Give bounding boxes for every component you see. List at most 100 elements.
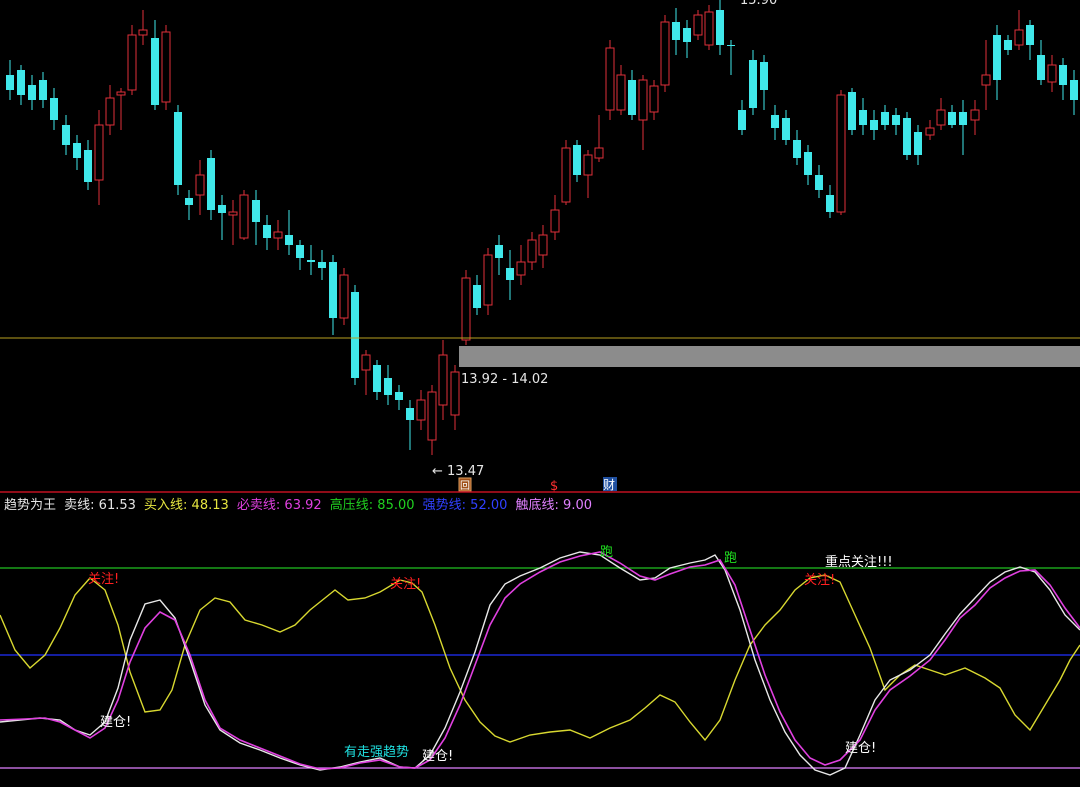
annotation-attention-2: 关注! xyxy=(390,577,421,592)
annotation-build-1: 建仓! xyxy=(100,715,131,730)
candle[interactable] xyxy=(207,150,215,220)
candle-body xyxy=(804,152,812,175)
candle[interactable] xyxy=(461,270,471,345)
candle-body xyxy=(594,147,604,159)
high-pressure-label: 高压线: xyxy=(329,498,378,513)
candle-body xyxy=(693,14,703,36)
candle-body xyxy=(273,231,283,239)
range-label: 13.92 - 14.02 xyxy=(461,372,548,387)
sell-line-value: 61.53 xyxy=(98,498,136,513)
candle-body xyxy=(161,31,171,103)
candle[interactable] xyxy=(127,25,137,95)
strong-line-label: 强势线: xyxy=(422,498,471,513)
candle-body xyxy=(771,115,779,128)
candle-body xyxy=(1059,65,1067,85)
must-sell-readout: 必卖线: 63.92 xyxy=(237,498,322,513)
candle-body xyxy=(427,391,437,441)
candle-body xyxy=(649,85,659,113)
candle-body xyxy=(1037,55,1045,80)
candle[interactable] xyxy=(561,140,571,205)
candle[interactable] xyxy=(161,25,171,110)
candle-body xyxy=(127,34,137,91)
sell-line-readout: 卖线: 61.53 xyxy=(64,498,136,513)
price-range-box[interactable] xyxy=(459,346,1080,367)
candle-body xyxy=(483,254,493,306)
bottom-line-value: 9.00 xyxy=(563,498,592,513)
candle-body xyxy=(936,109,946,126)
candle[interactable] xyxy=(903,112,911,160)
candle-body xyxy=(17,70,25,95)
candle-body xyxy=(450,371,460,416)
annotation-strong-trend: 有走强趋势 xyxy=(344,744,409,760)
low-price-label: ← 13.47 xyxy=(432,464,484,479)
candle-body xyxy=(716,10,724,45)
candle-body xyxy=(638,79,648,121)
buy-line-readout: 买入线: 48.13 xyxy=(144,498,229,513)
candle[interactable] xyxy=(339,268,349,325)
candle-body xyxy=(760,62,768,90)
candle-body xyxy=(749,60,757,108)
candle-body xyxy=(318,262,326,268)
marker-finance[interactable]: 财 xyxy=(603,477,617,492)
candle-body xyxy=(263,225,271,238)
candle-body xyxy=(605,47,615,111)
candle[interactable] xyxy=(239,190,249,240)
candle-body xyxy=(151,38,159,105)
candle-body xyxy=(616,74,626,111)
candle[interactable] xyxy=(704,5,714,50)
annotation-attention-1: 关注! xyxy=(88,572,119,587)
candle[interactable] xyxy=(660,15,670,92)
candle-body xyxy=(285,235,293,245)
candle-body xyxy=(84,150,92,182)
candle-body xyxy=(339,274,349,319)
candle-body xyxy=(870,120,878,130)
marker-return[interactable]: 回 xyxy=(458,477,472,492)
candle-body xyxy=(296,245,304,258)
candle-body xyxy=(948,112,956,125)
candle-body xyxy=(738,110,746,130)
candle-body xyxy=(218,205,226,213)
candle-body xyxy=(473,285,481,308)
candle-body xyxy=(561,147,571,203)
candle-body xyxy=(416,399,426,421)
candle-body xyxy=(925,127,935,136)
candle-body xyxy=(848,92,856,130)
candle[interactable] xyxy=(693,10,703,40)
candle-body xyxy=(384,378,392,395)
candle-body xyxy=(981,74,991,86)
candle[interactable] xyxy=(848,88,856,135)
candle-body xyxy=(538,234,548,256)
candle-body xyxy=(174,112,182,185)
candle-body xyxy=(826,195,834,212)
candle-body xyxy=(406,408,414,420)
candle-body xyxy=(628,80,636,115)
candle-body xyxy=(583,154,593,176)
candle-body xyxy=(351,292,359,378)
candle[interactable] xyxy=(483,248,493,315)
candle[interactable] xyxy=(836,90,846,215)
strong-line-value: 52.00 xyxy=(470,498,508,513)
stock-chart[interactable]: 13.92 - 14.02 15.90 ← 13.47 回 $ 财 关注! 关注… xyxy=(0,0,1080,783)
candle[interactable] xyxy=(174,105,182,195)
candle-body xyxy=(207,158,215,210)
candle-body xyxy=(228,211,238,216)
candle-body xyxy=(28,85,36,100)
candle-body xyxy=(516,261,526,276)
buy-line-label: 买入线: xyxy=(144,498,192,513)
candle-body xyxy=(94,124,104,181)
annotation-build-3: 建仓! xyxy=(845,741,876,756)
candle-body xyxy=(50,98,58,120)
annotation-run-1: 跑 xyxy=(600,545,613,560)
candle-body xyxy=(959,112,967,125)
candle-body xyxy=(914,132,922,155)
svg-text:财: 财 xyxy=(603,478,615,492)
bottom-line-label: 触底线: xyxy=(515,498,564,513)
candle[interactable] xyxy=(351,285,359,385)
candle-body xyxy=(373,365,381,392)
candle-body xyxy=(727,45,735,46)
candle[interactable] xyxy=(605,40,615,120)
candle-body xyxy=(239,194,249,239)
svg-text:回: 回 xyxy=(460,480,470,492)
candle-body xyxy=(252,200,260,222)
candle-body xyxy=(495,245,503,258)
